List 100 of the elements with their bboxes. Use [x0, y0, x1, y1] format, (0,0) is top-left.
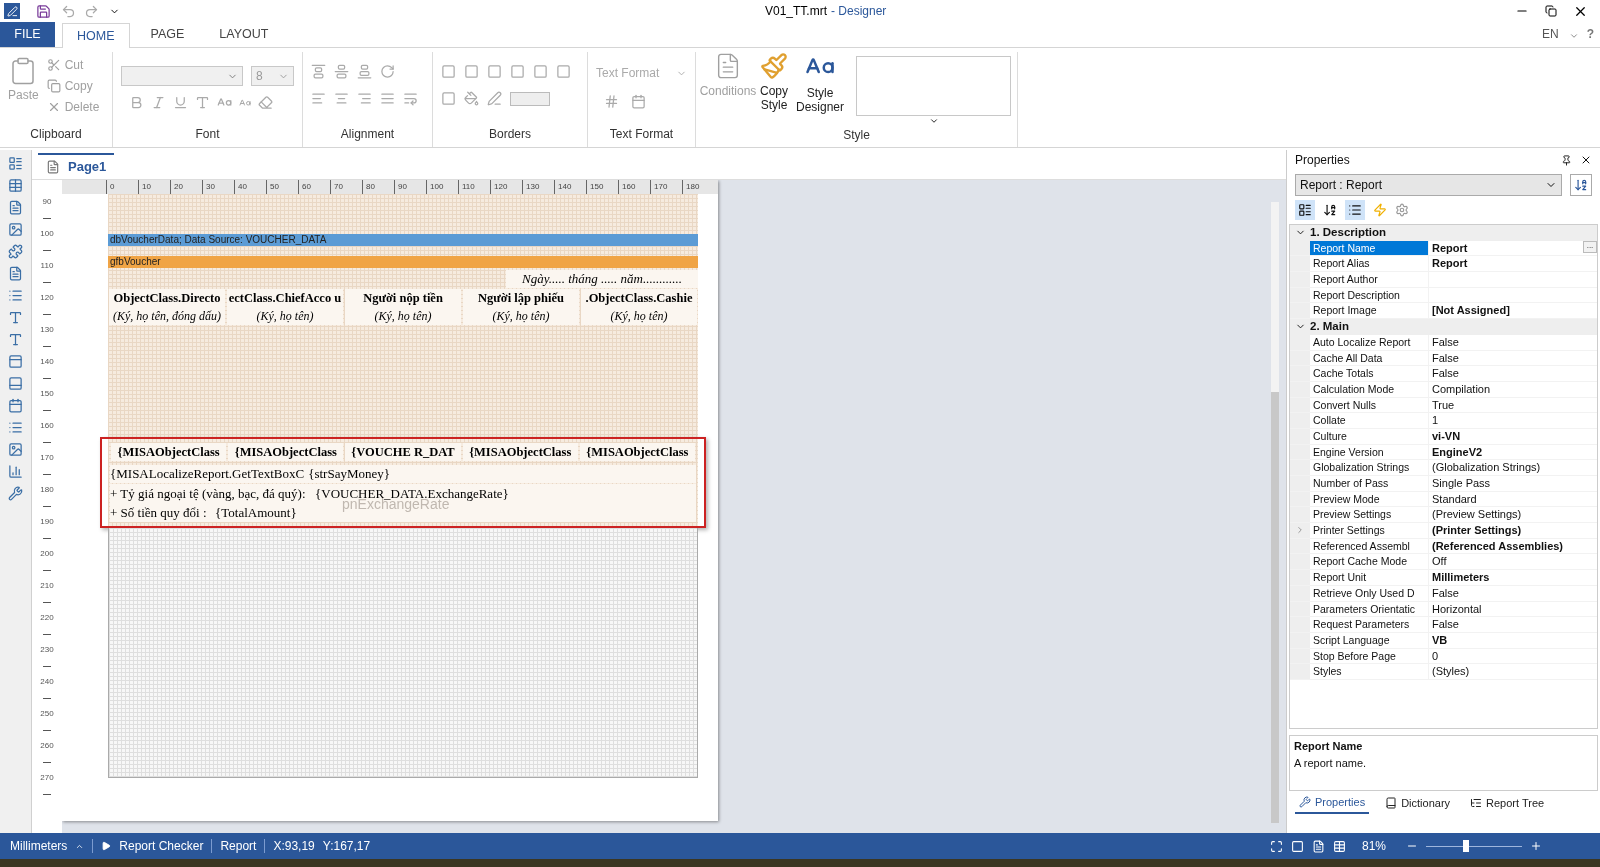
properties-icon[interactable] — [1345, 200, 1365, 220]
play-icon[interactable] — [101, 841, 112, 851]
property-name[interactable]: Globalization Strings — [1310, 460, 1428, 475]
font-name-dropdown[interactable] — [121, 66, 244, 86]
border-icon[interactable] — [533, 64, 548, 79]
date-format-icon[interactable] — [631, 94, 646, 109]
language-selector[interactable]: EN — [1542, 25, 1559, 43]
toolbox-icon[interactable] — [8, 288, 23, 303]
justify-icon[interactable] — [380, 91, 395, 106]
bold-icon[interactable] — [129, 95, 144, 110]
border-icon[interactable] — [464, 64, 479, 79]
property-name[interactable]: Collate — [1310, 413, 1428, 428]
toolbox-icon[interactable] — [8, 222, 23, 237]
property-name[interactable]: Cache Totals — [1310, 366, 1428, 381]
object-dropdown[interactable]: Report : Report — [1295, 174, 1562, 196]
rotate-icon[interactable] — [380, 64, 395, 79]
toolbox-icon[interactable] — [8, 420, 23, 435]
help-button[interactable]: ? — [1586, 25, 1594, 43]
restore-icon[interactable] — [1545, 3, 1557, 19]
toolbox-icon[interactable] — [8, 178, 23, 193]
align-top-icon[interactable] — [311, 64, 326, 79]
property-name[interactable]: Engine Version — [1310, 444, 1428, 460]
app-logo-icon[interactable] — [4, 3, 20, 19]
save-icon[interactable] — [36, 3, 51, 19]
property-name[interactable]: Auto Localize Report — [1310, 334, 1428, 350]
row-gutter[interactable] — [1290, 523, 1310, 538]
categorized-icon[interactable] — [1295, 200, 1315, 220]
property-name[interactable]: Cache All Data — [1310, 350, 1428, 366]
toolbox-icon[interactable] — [8, 266, 23, 281]
events-icon[interactable] — [1373, 203, 1387, 217]
font-color-icon[interactable] — [195, 95, 210, 110]
ribbon-tab[interactable]: HOME — [62, 23, 130, 48]
property-pages-icon[interactable] — [1395, 203, 1409, 217]
border-icon[interactable] — [441, 64, 456, 79]
property-name[interactable]: Preview Settings — [1310, 507, 1428, 523]
line-style-dropdown[interactable] — [510, 91, 550, 106]
eraser-icon[interactable] — [258, 95, 273, 110]
toolbox-icon[interactable] — [8, 156, 23, 171]
category-header[interactable]: 2. Main — [1290, 319, 1597, 335]
property-name[interactable]: Convert Nulls — [1310, 397, 1428, 413]
border-icon[interactable] — [556, 64, 571, 79]
undo-icon[interactable] — [61, 3, 76, 19]
property-name[interactable]: Number of Pass — [1310, 476, 1428, 491]
wrap-icon[interactable] — [403, 91, 418, 106]
toolbox-icon[interactable] — [8, 486, 23, 501]
report-checker-button[interactable]: Report Checker — [119, 837, 204, 855]
underline-icon[interactable] — [173, 95, 188, 110]
property-name[interactable]: Request Parameters — [1310, 617, 1428, 632]
toolbox-icon[interactable] — [8, 442, 23, 457]
property-name[interactable]: Styles — [1310, 664, 1428, 679]
expand-icon[interactable] — [1295, 525, 1305, 536]
property-name[interactable]: Retrieve Only Used D — [1310, 585, 1428, 601]
panel-tab[interactable]: Report Tree — [1466, 792, 1549, 814]
close-icon[interactable] — [1580, 154, 1592, 166]
align-left-icon[interactable] — [311, 91, 326, 106]
unit-selector[interactable]: Millimeters — [10, 837, 68, 855]
number-format-icon[interactable] — [604, 94, 619, 109]
property-name[interactable]: Printer Settings — [1310, 523, 1428, 538]
band-header[interactable]: gfbVoucher — [108, 256, 698, 268]
italic-icon[interactable] — [151, 95, 166, 110]
toolbox-icon[interactable] — [8, 200, 23, 215]
ribbon-tab[interactable]: LAYOUT — [205, 22, 283, 47]
toolbox-icon[interactable] — [8, 464, 23, 479]
property-name[interactable]: Script Language — [1310, 632, 1428, 648]
property-name[interactable]: Report Unit — [1310, 570, 1428, 585]
fit-page-icon[interactable] — [1269, 839, 1283, 853]
style-button[interactable]: Style Designer — [796, 52, 844, 114]
zoom-slider-thumb[interactable] — [1463, 840, 1470, 852]
property-name[interactable]: Preview Mode — [1310, 491, 1428, 507]
page-width-icon[interactable] — [1290, 839, 1304, 853]
property-name[interactable]: Report Image — [1310, 303, 1428, 319]
property-name[interactable]: Report Cache Mode — [1310, 554, 1428, 570]
zoom-in-icon[interactable] — [1530, 840, 1542, 852]
zoom-100-icon[interactable] — [1332, 839, 1346, 853]
border-icon[interactable] — [510, 64, 525, 79]
band-header[interactable]: dbVoucherData; Data Source: VOUCHER_DATA — [108, 234, 698, 246]
property-name[interactable]: Report Description — [1310, 287, 1428, 303]
property-name[interactable]: Culture — [1310, 428, 1428, 444]
toolbox-icon[interactable] — [8, 310, 23, 325]
fill-color-icon[interactable] — [464, 91, 479, 106]
property-name[interactable]: Parameters Orientatic — [1310, 601, 1428, 617]
property-name[interactable]: Report Alias — [1310, 256, 1428, 272]
border-icon[interactable] — [441, 91, 456, 106]
page-icon[interactable] — [1311, 839, 1325, 853]
ribbon-tab[interactable]: FILE — [0, 22, 55, 47]
align-middle-icon[interactable] — [334, 64, 349, 79]
panel-tab[interactable]: Dictionary — [1381, 792, 1455, 814]
line-color-icon[interactable] — [487, 91, 502, 106]
align-bottom-icon[interactable] — [357, 64, 372, 79]
toolbox-icon[interactable] — [8, 354, 23, 369]
property-name[interactable]: Report Author — [1310, 272, 1428, 287]
toolbox-icon[interactable] — [8, 376, 23, 391]
caret-icon[interactable] — [928, 116, 939, 126]
border-icon[interactable] — [487, 64, 502, 79]
align-right-icon[interactable] — [357, 91, 372, 106]
toolbox-icon[interactable] — [8, 398, 23, 413]
align-center-icon[interactable] — [334, 91, 349, 106]
sort-icon[interactable] — [1323, 203, 1337, 217]
redo-icon[interactable] — [84, 3, 99, 19]
toolbox-icon[interactable] — [8, 332, 23, 347]
